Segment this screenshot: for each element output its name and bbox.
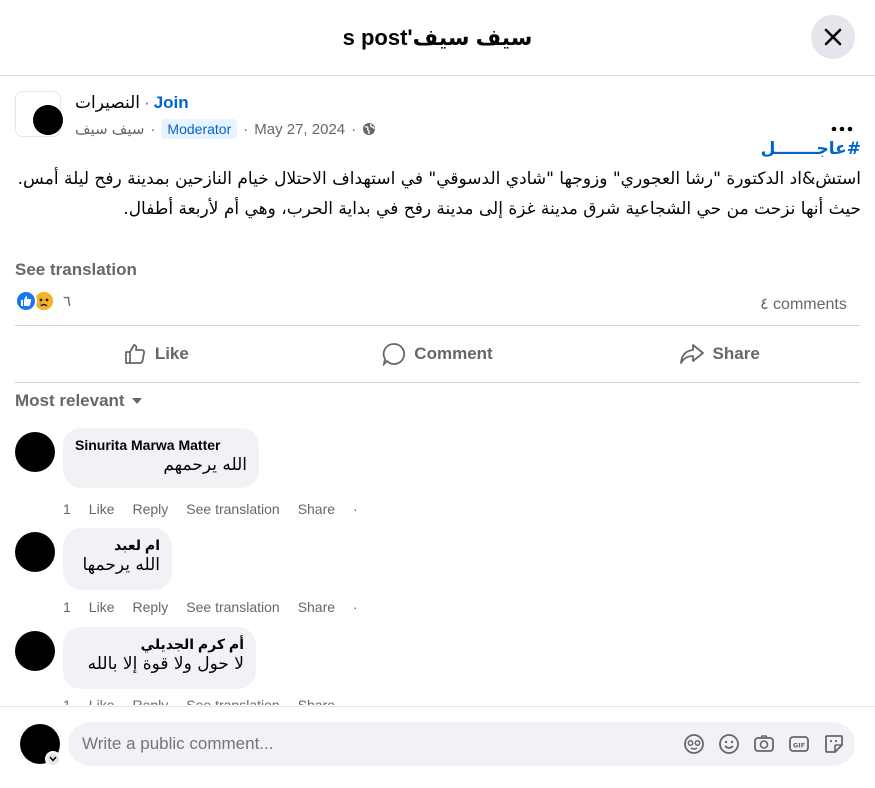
- camera-icon: [754, 735, 774, 752]
- comment-time-link[interactable]: 1: [63, 599, 71, 615]
- smiley-icon: [719, 734, 739, 754]
- commenter-avatar[interactable]: [15, 532, 55, 572]
- comment-button[interactable]: Comment: [297, 327, 579, 381]
- close-button[interactable]: [811, 15, 855, 59]
- avatar-sticker-button[interactable]: [683, 733, 705, 755]
- comment-bubble: ام لعبد الله يرحمها: [63, 528, 172, 590]
- comment-label: Comment: [414, 344, 493, 363]
- more-horizontal-icon: [831, 126, 853, 132]
- join-group-link[interactable]: Join: [154, 93, 189, 113]
- moderator-badge: Moderator: [161, 119, 238, 139]
- commenter-name[interactable]: ام لعبد: [75, 536, 160, 554]
- comment-like-button[interactable]: Like: [89, 599, 115, 615]
- post-scroll-area[interactable]: النصيرات · Join سيف سيف · Moderator · Ma…: [0, 77, 875, 705]
- comments-count-link[interactable]: ٤ comments: [760, 293, 860, 317]
- profile-switch-button[interactable]: [45, 751, 61, 767]
- comment-sort-dropdown[interactable]: Most relevant: [15, 391, 143, 411]
- divider: [15, 325, 860, 326]
- dialog-header: سيف سيف's post: [0, 0, 875, 76]
- avatar-sticker-icon: [684, 734, 704, 754]
- comment-bubble: أم كرم الجديلي لا حول ولا قوة إلا بالله: [63, 627, 256, 689]
- emoji-button[interactable]: [718, 733, 740, 755]
- dot-separator: ·: [144, 93, 150, 112]
- share-button[interactable]: Share: [578, 327, 860, 381]
- chevron-down-icon: [49, 756, 57, 762]
- group-avatar[interactable]: [15, 91, 63, 139]
- dot-separator: ·: [353, 599, 358, 615]
- group-name-link[interactable]: النصيرات: [75, 93, 140, 113]
- post-paragraph-1: استش&اد الدكتورة "رشا العجوري" وزوجها "ش…: [17, 169, 861, 189]
- comment-share-button[interactable]: Share: [298, 599, 335, 615]
- see-translation-link[interactable]: See translation: [15, 260, 137, 280]
- like-reaction-icon: [15, 290, 37, 312]
- comment-time-link[interactable]: 1: [63, 501, 71, 517]
- photo-button[interactable]: [753, 733, 775, 755]
- reaction-count: ٦: [63, 293, 72, 310]
- author-avatar: [33, 105, 63, 135]
- comment-see-translation[interactable]: See translation: [186, 697, 279, 705]
- commenter-avatar[interactable]: [15, 631, 55, 671]
- comment-reply-button[interactable]: Reply: [132, 697, 168, 705]
- group-line: النصيرات · Join: [75, 93, 189, 113]
- comment-text: الله يرحمهم: [163, 455, 247, 475]
- comment-see-translation[interactable]: See translation: [186, 599, 279, 615]
- post-actions-bar: Like Comment Share: [15, 327, 860, 381]
- caret-down-icon: [131, 398, 142, 404]
- reactions-summary[interactable]: ٦: [15, 290, 71, 312]
- sticker-button[interactable]: [823, 733, 845, 755]
- post-paragraph-2: حيث أنها نزحت من حي الشجاعية شرق مدينة غ…: [123, 199, 861, 219]
- post-dialog: سيف سيف's post النصيرات · Join سيف سيف ·…: [0, 0, 875, 788]
- speech-bubble-icon: [382, 343, 406, 366]
- commenter-name[interactable]: أم كرم الجديلي: [75, 635, 244, 653]
- commenter-name[interactable]: Sinurita Marwa Matter: [75, 436, 247, 454]
- comment-text: الله يرحمها: [82, 555, 160, 575]
- gif-button[interactable]: GIF: [788, 733, 810, 755]
- sticker-icon: [825, 735, 843, 753]
- composer-tools: GIF: [683, 733, 845, 755]
- svg-text:GIF: GIF: [793, 742, 805, 750]
- divider: [15, 382, 860, 383]
- sort-label: Most relevant: [15, 391, 125, 410]
- comment-share-button[interactable]: Share: [298, 697, 335, 705]
- comment-bubble: Sinurita Marwa Matter الله يرحمهم: [63, 428, 259, 488]
- comment-actions: 1 Like Reply See translation Share ·: [63, 599, 358, 615]
- globe-icon: [363, 123, 376, 135]
- share-label: Share: [712, 344, 760, 363]
- close-icon: [824, 28, 842, 46]
- comment-actions: 1 Like Reply See translation Share ·: [63, 501, 358, 517]
- comment-reply-button[interactable]: Reply: [132, 599, 168, 615]
- author-name-link[interactable]: سيف سيف: [75, 120, 144, 138]
- comment-time-link[interactable]: 1: [63, 697, 71, 705]
- post-body: #عاجـــــــل استش&اد الدكتورة "رشا العجو…: [15, 137, 861, 227]
- comment-share-button[interactable]: Share: [298, 501, 335, 517]
- post-date-link[interactable]: May 27, 2024: [254, 121, 345, 138]
- comment-see-translation[interactable]: See translation: [186, 501, 279, 517]
- post-meta: سيف سيف · Moderator · May 27, 2024 ·: [75, 119, 376, 139]
- comment-text: لا حول ولا قوة إلا بالله: [87, 654, 244, 674]
- like-button[interactable]: Like: [15, 327, 297, 381]
- comment-like-button[interactable]: Like: [89, 501, 115, 517]
- gif-icon: GIF: [789, 736, 809, 752]
- like-label: Like: [154, 344, 189, 363]
- comment-reply-button[interactable]: Reply: [132, 501, 168, 517]
- comment-composer: GIF: [0, 706, 875, 788]
- share-arrow-icon: [679, 344, 704, 364]
- dot-separator: ·: [353, 501, 358, 517]
- comment-like-button[interactable]: Like: [89, 697, 115, 705]
- comment-actions: 1 Like Reply See translation Share: [63, 697, 335, 705]
- hashtag-link[interactable]: #عاجـــــــل: [761, 139, 861, 159]
- commenter-avatar[interactable]: [15, 432, 55, 472]
- thumbs-up-icon: [124, 344, 145, 364]
- dialog-title: سيف سيف's post: [342, 24, 533, 50]
